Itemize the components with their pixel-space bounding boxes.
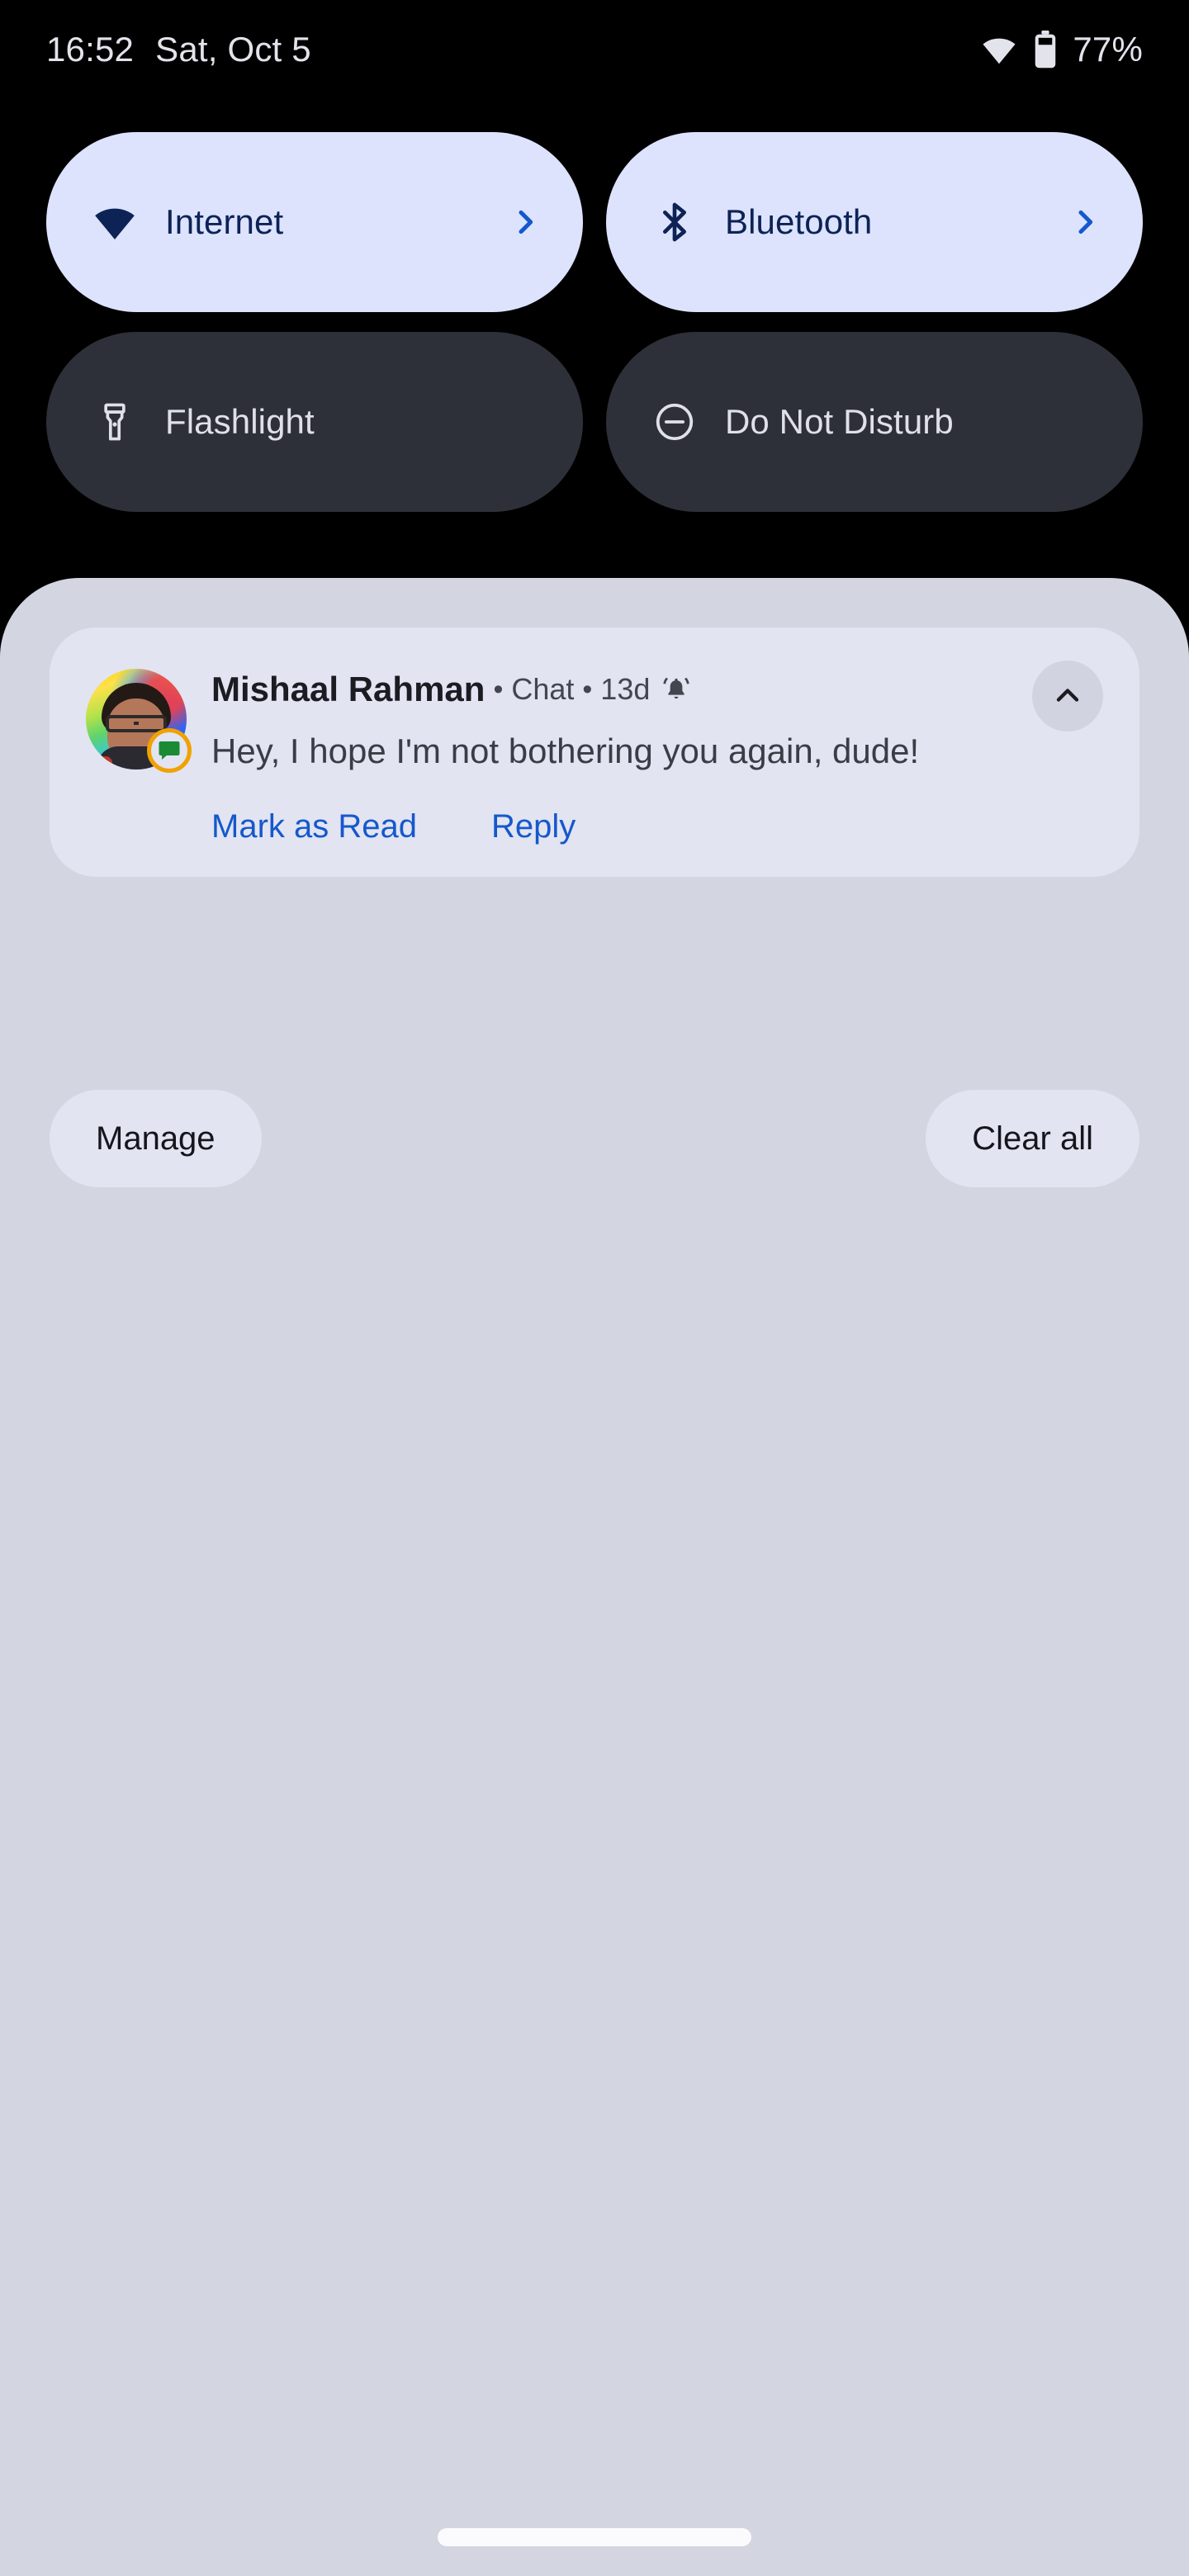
battery-icon <box>1033 31 1058 69</box>
wifi-icon <box>980 31 1018 69</box>
reply-button[interactable]: Reply <box>491 802 576 852</box>
qs-tile-label: Internet <box>165 202 284 241</box>
qs-tile-do-not-disturb[interactable]: Do Not Disturb <box>606 332 1143 512</box>
qs-tile-bluetooth[interactable]: Bluetooth <box>606 132 1143 312</box>
do-not-disturb-icon <box>649 400 700 444</box>
avatar-glasses <box>106 715 167 732</box>
notification-header: Mishaal Rahman • Chat • 13d <box>211 672 1103 707</box>
notification-separator: • <box>493 674 504 705</box>
qs-tile-internet[interactable]: Internet <box>46 132 583 312</box>
notification-timestamp: 13d <box>600 672 651 706</box>
flashlight-icon <box>89 400 140 443</box>
status-bar: 16:52 Sat, Oct 5 77% <box>0 0 1189 99</box>
bell-ringing-icon <box>661 675 691 704</box>
status-bar-left: 16:52 Sat, Oct 5 <box>46 30 311 69</box>
notification-card[interactable]: Mishaal Rahman • Chat • 13d Hey, I hope … <box>50 627 1139 878</box>
notification-message: Hey, I hope I'm not bothering you again,… <box>211 732 920 770</box>
quick-settings-grid: Internet Bluetooth Flashlight Do Not Dis… <box>0 132 1189 512</box>
google-messages-icon <box>147 728 192 773</box>
avatar-shoulder <box>91 756 112 769</box>
qs-tile-label: Do Not Disturb <box>725 402 954 441</box>
clear-all-button[interactable]: Clear all <box>926 1090 1139 1187</box>
status-date: Sat, Oct 5 <box>155 30 311 69</box>
notification-separator: • <box>582 674 593 705</box>
notification-shade: Mishaal Rahman • Chat • 13d Hey, I hope … <box>0 578 1189 2576</box>
shade-footer: Manage Clear all <box>50 1090 1139 1187</box>
bluetooth-icon <box>649 199 700 245</box>
avatar[interactable] <box>86 669 192 773</box>
notification-content: Mishaal Rahman • Chat • 13d Hey, I hope … <box>211 664 1103 852</box>
gesture-nav-pill[interactable] <box>438 2528 751 2546</box>
notification-top-row: Mishaal Rahman • Chat • 13d Hey, I hope … <box>86 664 1103 852</box>
qs-tile-flashlight[interactable]: Flashlight <box>46 332 583 512</box>
status-bar-right: 77% <box>980 30 1143 69</box>
manage-button[interactable]: Manage <box>50 1090 262 1187</box>
chevron-right-icon[interactable] <box>1068 206 1101 239</box>
chevron-up-icon <box>1049 677 1086 716</box>
notification-actions: Mark as Read Reply <box>211 802 1103 852</box>
qs-tile-label: Bluetooth <box>725 202 873 241</box>
battery-percent: 77% <box>1073 30 1143 69</box>
wifi-icon <box>89 199 140 245</box>
status-clock: 16:52 <box>46 30 135 69</box>
chevron-right-icon[interactable] <box>509 206 542 239</box>
notification-app-name: Chat <box>511 672 575 706</box>
qs-tile-label: Flashlight <box>165 402 315 441</box>
notification-sender: Mishaal Rahman <box>211 670 486 708</box>
mark-as-read-button[interactable]: Mark as Read <box>211 802 417 852</box>
collapse-notification-button[interactable] <box>1032 661 1103 732</box>
